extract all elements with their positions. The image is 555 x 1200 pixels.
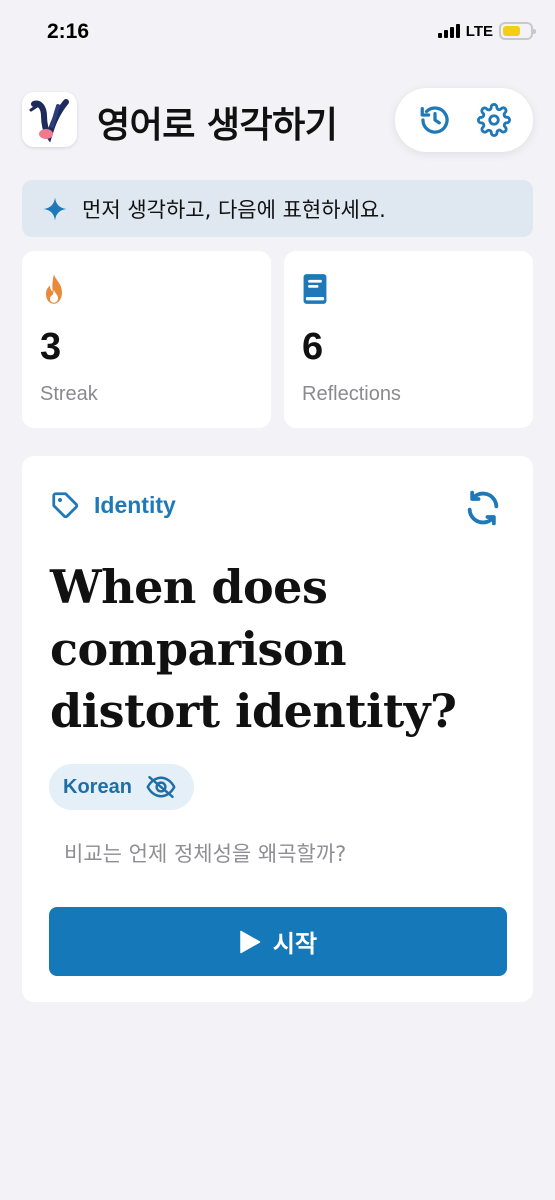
app-logo [22,92,77,147]
refresh-button[interactable] [461,486,505,530]
gear-icon [476,103,511,137]
app-header: 영어로 생각하기 [22,88,533,152]
reflections-card: 6 Reflections [284,251,533,428]
header-actions [395,88,533,152]
network-type: LTE [465,22,493,40]
app-title: 영어로 생각하기 [97,105,338,146]
reflections-value: 6 [302,326,324,368]
start-button[interactable]: 시작 [49,907,507,976]
start-label: 시작 [272,930,318,958]
battery-level [503,26,520,36]
book-icon [302,273,328,309]
history-icon [420,106,449,134]
flame-icon [40,273,68,309]
language-label: Korean [63,775,132,798]
tip-banner: 먼저 생각하고, 다음에 표현하세요. [22,180,533,237]
play-icon [240,930,261,953]
refresh-icon [467,490,499,526]
settings-button[interactable] [472,98,516,142]
status-bar: 2:16 LTE [0,0,555,66]
status-time: 2:16 [47,20,90,43]
topic-label: Identity [94,491,176,518]
translation-toggle[interactable]: Korean [49,764,194,810]
eye-off-icon [146,775,176,799]
streak-card: 3 Streak [22,251,271,428]
streak-label: Streak [40,383,98,405]
translation-text: 비교는 언제 정체성을 왜곡할까? [64,842,347,866]
history-button[interactable] [413,98,457,142]
streak-value: 3 [40,326,62,368]
topic-tag: Identity [50,490,176,520]
reflections-label: Reflections [302,383,401,405]
prompt-card: Identity When does comparison distort id… [22,456,533,1002]
signal-icon [437,24,460,38]
question-text: When does comparison distort identity? [50,560,457,738]
status-indicators: LTE [437,22,536,40]
sparkle-icon [43,197,67,220]
tag-icon [52,492,79,519]
battery-icon [499,22,536,40]
banner-text: 먼저 생각하고, 다음에 표현하세요. [82,197,386,222]
